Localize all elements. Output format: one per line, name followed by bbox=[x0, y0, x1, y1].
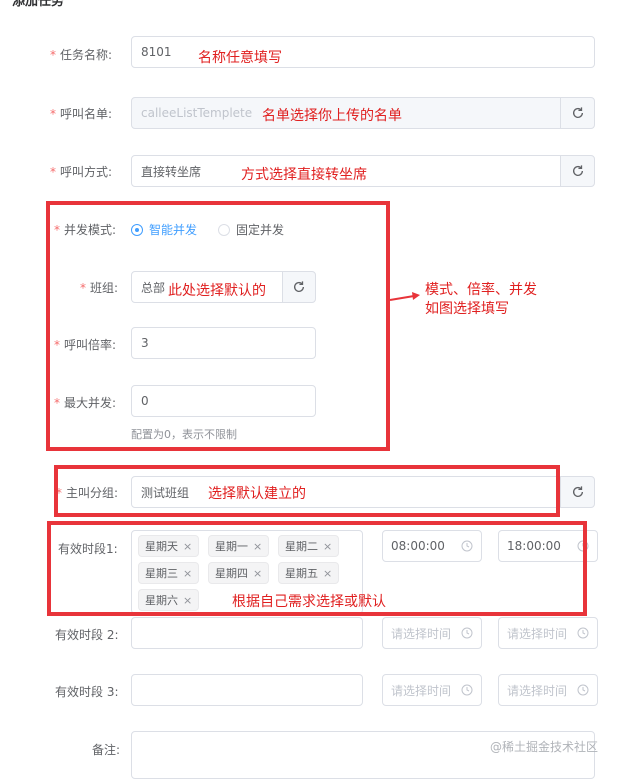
team-value: 总部 bbox=[141, 280, 166, 295]
call-rate-input[interactable]: 3 bbox=[131, 327, 316, 359]
call-list-annotation: 名单选择你上传的名单 bbox=[262, 108, 402, 124]
period2-label: 有效时段 2: bbox=[55, 628, 119, 642]
clock-icon bbox=[577, 684, 589, 696]
radio-smart-concurrency[interactable]: 智能并发 bbox=[131, 221, 197, 238]
call-mode-annotation: 方式选择直接转坐席 bbox=[241, 167, 367, 183]
call-list-label: 呼叫名单: bbox=[50, 105, 112, 122]
side-annotation-line1: 模式、倍率、并发 bbox=[425, 282, 537, 298]
caller-group-refresh-button[interactable] bbox=[560, 476, 595, 508]
radio-dot bbox=[218, 223, 230, 236]
refresh-icon bbox=[572, 107, 583, 118]
clock-icon bbox=[461, 627, 473, 639]
period3-start-placeholder: 请选择时间 bbox=[391, 683, 452, 698]
watermark: @稀土掘金技术社区 bbox=[490, 740, 599, 754]
call-rate-value: 3 bbox=[141, 336, 149, 350]
period1-annotation: 根据自己需求选择或默认 bbox=[232, 594, 386, 610]
concurrency-mode-label: 并发模式: bbox=[54, 221, 116, 238]
period2-end-time[interactable]: 请选择时间 bbox=[498, 617, 598, 649]
task-name-annotation: 名称任意填写 bbox=[198, 50, 282, 66]
call-mode-label: 呼叫方式: bbox=[50, 163, 112, 180]
period2-end-placeholder: 请选择时间 bbox=[507, 626, 568, 641]
call-mode-value: 直接转坐席 bbox=[141, 164, 202, 179]
arrow-icon bbox=[389, 292, 420, 301]
period3-label: 有效时段 3: bbox=[55, 685, 119, 699]
call-list-refresh-button[interactable] bbox=[560, 97, 595, 129]
call-list-value: calleeListTemplete bbox=[141, 106, 253, 120]
team-label: 班组: bbox=[80, 279, 118, 296]
radio-fixed-concurrency[interactable]: 固定并发 bbox=[218, 221, 284, 238]
refresh-icon bbox=[293, 281, 305, 292]
caller-group-highlight-box bbox=[54, 465, 560, 517]
team-annotation: 此处选择默认的 bbox=[168, 283, 266, 299]
max-concurrency-label: 最大并发: bbox=[54, 394, 116, 411]
period2-days-select[interactable] bbox=[131, 617, 363, 649]
task-name-value: 8101 bbox=[141, 45, 172, 59]
refresh-icon bbox=[572, 165, 583, 176]
call-mode-refresh-button[interactable] bbox=[560, 155, 595, 187]
caller-group-annotation: 选择默认建立的 bbox=[208, 486, 306, 502]
refresh-icon bbox=[572, 486, 583, 497]
period2-start-time[interactable]: 请选择时间 bbox=[382, 617, 482, 649]
side-annotation-line2: 如图选择填写 bbox=[425, 301, 509, 317]
clock-icon bbox=[461, 684, 473, 696]
team-refresh-button[interactable] bbox=[282, 271, 316, 303]
call-rate-label: 呼叫倍率: bbox=[54, 336, 116, 353]
radio-smart-label: 智能并发 bbox=[149, 223, 198, 237]
period2-start-placeholder: 请选择时间 bbox=[391, 626, 452, 641]
max-concurrency-value: 0 bbox=[141, 394, 149, 408]
period3-start-time[interactable]: 请选择时间 bbox=[382, 674, 482, 706]
task-name-label: 任务名称: bbox=[50, 46, 112, 63]
page-title: 添加任务 bbox=[12, 0, 65, 9]
radio-dot-checked bbox=[131, 223, 143, 236]
remark-label: 备注: bbox=[92, 743, 121, 757]
period3-days-select[interactable] bbox=[131, 674, 363, 706]
max-concurrency-hint: 配置为0，表示不限制 bbox=[131, 428, 237, 441]
clock-icon bbox=[577, 627, 589, 639]
max-concurrency-input[interactable]: 0 bbox=[131, 385, 316, 417]
radio-fixed-label: 固定并发 bbox=[236, 223, 285, 237]
period3-end-time[interactable]: 请选择时间 bbox=[498, 674, 598, 706]
period3-end-placeholder: 请选择时间 bbox=[507, 683, 568, 698]
